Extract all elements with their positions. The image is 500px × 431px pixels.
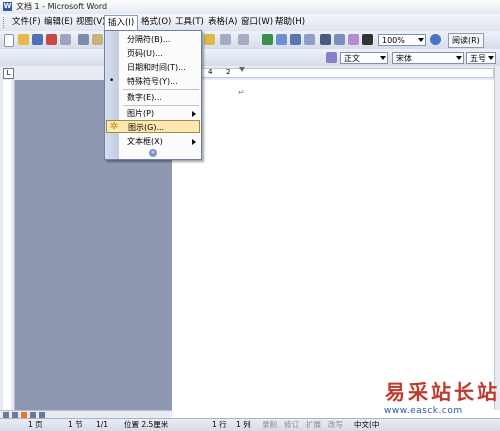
menu-item-label: 日期和时间(T)... bbox=[127, 63, 186, 72]
chevron-down-icon bbox=[418, 38, 424, 42]
font-select[interactable]: 宋体 bbox=[392, 52, 464, 64]
menu-item-textbox[interactable]: 文本框(X) bbox=[106, 135, 200, 148]
menu-bar: 文件(F) 编辑(E) 视图(V) 插入(I) 格式(O) 工具(T) 表格(A… bbox=[0, 14, 500, 32]
standard-toolbar: 100% 阅读(R) bbox=[0, 31, 500, 50]
watermark-url: www.easck.com bbox=[384, 406, 463, 416]
help-icon[interactable] bbox=[430, 34, 441, 45]
menu-item-label: 分隔符(B)... bbox=[127, 35, 171, 44]
menu-item-number[interactable]: 数字(E)... bbox=[106, 91, 200, 104]
status-column: 1 列 bbox=[236, 420, 251, 429]
menu-file[interactable]: 文件(F) bbox=[9, 16, 44, 29]
horizontal-ruler[interactable]: L 4 2 bbox=[0, 66, 500, 81]
status-page-of: 1/1 bbox=[96, 420, 109, 429]
menu-item-break[interactable]: 分隔符(B)... bbox=[106, 33, 200, 46]
title-bar: W 文档 1 - Microsoft Word bbox=[0, 0, 500, 15]
tables-borders-icon[interactable] bbox=[276, 34, 287, 45]
print-preview-icon[interactable] bbox=[92, 34, 103, 45]
ruler-number: 4 bbox=[208, 68, 213, 76]
menu-window[interactable]: 窗口(W) bbox=[238, 16, 276, 29]
submenu-arrow-icon bbox=[192, 111, 196, 117]
menu-item-page-numbers[interactable]: 页码(U)... bbox=[106, 47, 200, 60]
menu-item-symbol[interactable]: • 特殊符号(Y)... bbox=[106, 75, 200, 88]
open-folder-icon[interactable] bbox=[18, 34, 29, 45]
save-icon[interactable] bbox=[32, 34, 43, 45]
status-language: 中文(中 bbox=[354, 420, 380, 429]
submenu-arrow-icon bbox=[192, 139, 196, 145]
menu-item-label: 页码(U)... bbox=[127, 49, 163, 58]
expand-chevrons-icon[interactable]: » bbox=[149, 149, 157, 157]
style-select[interactable]: 正文 bbox=[340, 52, 388, 64]
menu-item-date-time[interactable]: 日期和时间(T)... bbox=[106, 61, 200, 74]
menu-help[interactable]: 帮助(H) bbox=[272, 16, 308, 29]
redo-icon[interactable] bbox=[238, 34, 249, 45]
format-painter-icon[interactable] bbox=[204, 34, 215, 45]
insert-menu: 分隔符(B)... 页码(U)... 日期和时间(T)... • 特殊符号(Y)… bbox=[104, 30, 202, 160]
show-hide-icon[interactable] bbox=[362, 34, 373, 45]
watermark-text: 易采站长站 bbox=[385, 380, 500, 404]
word-icon[interactable]: W bbox=[3, 2, 12, 11]
menu-grip[interactable] bbox=[3, 17, 6, 28]
styles-formatting-icon[interactable] bbox=[326, 52, 337, 63]
menu-table[interactable]: 表格(A) bbox=[205, 16, 240, 29]
menu-edit[interactable]: 编辑(E) bbox=[41, 16, 76, 29]
menu-tools[interactable]: 工具(T) bbox=[172, 16, 207, 29]
print-icon[interactable] bbox=[78, 34, 89, 45]
email-icon[interactable] bbox=[60, 34, 71, 45]
status-record[interactable]: 录制 bbox=[262, 420, 277, 430]
read-button[interactable]: 阅读(R) bbox=[448, 33, 484, 48]
style-value: 正文 bbox=[344, 54, 360, 63]
columns-icon[interactable] bbox=[320, 34, 331, 45]
menu-insert[interactable]: 插入(I) bbox=[104, 15, 139, 31]
status-bar: 1 页 1 节 1/1 位置 2.5厘米 1 行 1 列 录制 修订 扩展 改写… bbox=[0, 418, 500, 431]
excel-worksheet-icon[interactable] bbox=[304, 34, 315, 45]
menu-separator bbox=[123, 105, 199, 106]
hyperlink-icon[interactable] bbox=[262, 34, 273, 45]
status-overtype[interactable]: 改写 bbox=[328, 420, 343, 430]
document-map-icon[interactable] bbox=[348, 34, 359, 45]
vertical-scrollbar[interactable] bbox=[494, 66, 500, 410]
menu-format[interactable]: 格式(O) bbox=[138, 16, 174, 29]
status-position: 位置 2.5厘米 bbox=[124, 420, 169, 429]
drawing-icon[interactable] bbox=[334, 34, 345, 45]
indent-marker-icon[interactable] bbox=[239, 67, 245, 72]
chevron-down-icon bbox=[380, 56, 386, 60]
font-size-select[interactable]: 五号 bbox=[466, 52, 496, 64]
window-title: 文档 1 - Microsoft Word bbox=[16, 2, 108, 11]
menu-item-picture[interactable]: 图片(P) bbox=[106, 107, 200, 120]
vertical-ruler[interactable] bbox=[0, 80, 15, 410]
menu-item-label: 图片(P) bbox=[127, 109, 155, 118]
vertical-ruler-text-area bbox=[3, 80, 11, 410]
chevron-down-icon bbox=[456, 56, 462, 60]
read-button-label: 阅读(R) bbox=[452, 36, 480, 45]
document-page[interactable]: ↵ bbox=[172, 80, 494, 410]
status-track-changes[interactable]: 修订 bbox=[284, 420, 299, 430]
menu-item-label: 图示(G)... bbox=[128, 123, 165, 132]
status-line: 1 行 bbox=[212, 420, 227, 429]
ruler-text-area bbox=[172, 68, 494, 78]
menu-separator bbox=[123, 89, 199, 90]
formatting-toolbar: 正文 宋体 五号 bbox=[0, 49, 500, 67]
status-section: 1 节 bbox=[68, 420, 83, 429]
insert-table-icon[interactable] bbox=[290, 34, 301, 45]
new-document-icon[interactable] bbox=[4, 34, 14, 47]
zoom-select[interactable]: 100% bbox=[378, 34, 426, 46]
omega-icon: • bbox=[109, 76, 115, 86]
menu-item-label: 数字(E)... bbox=[127, 93, 162, 102]
menu-item-diagram[interactable]: ✲ 图示(G)... bbox=[106, 120, 200, 133]
font-value: 宋体 bbox=[396, 54, 412, 63]
tab-selector[interactable]: L bbox=[3, 68, 14, 79]
status-extend[interactable]: 扩展 bbox=[306, 420, 321, 430]
diagram-icon: ✲ bbox=[110, 121, 119, 132]
undo-icon[interactable] bbox=[220, 34, 231, 45]
ruler-number: 2 bbox=[226, 68, 231, 76]
chevron-down-icon bbox=[488, 56, 494, 60]
paragraph-mark-icon: ↵ bbox=[238, 88, 245, 97]
font-size-value: 五号 bbox=[470, 54, 486, 63]
menu-item-label: 特殊符号(Y)... bbox=[127, 77, 178, 86]
status-page: 1 页 bbox=[28, 420, 43, 429]
menu-item-label: 文本框(X) bbox=[127, 137, 163, 146]
zoom-value: 100% bbox=[382, 36, 405, 45]
permission-icon[interactable] bbox=[46, 34, 57, 45]
